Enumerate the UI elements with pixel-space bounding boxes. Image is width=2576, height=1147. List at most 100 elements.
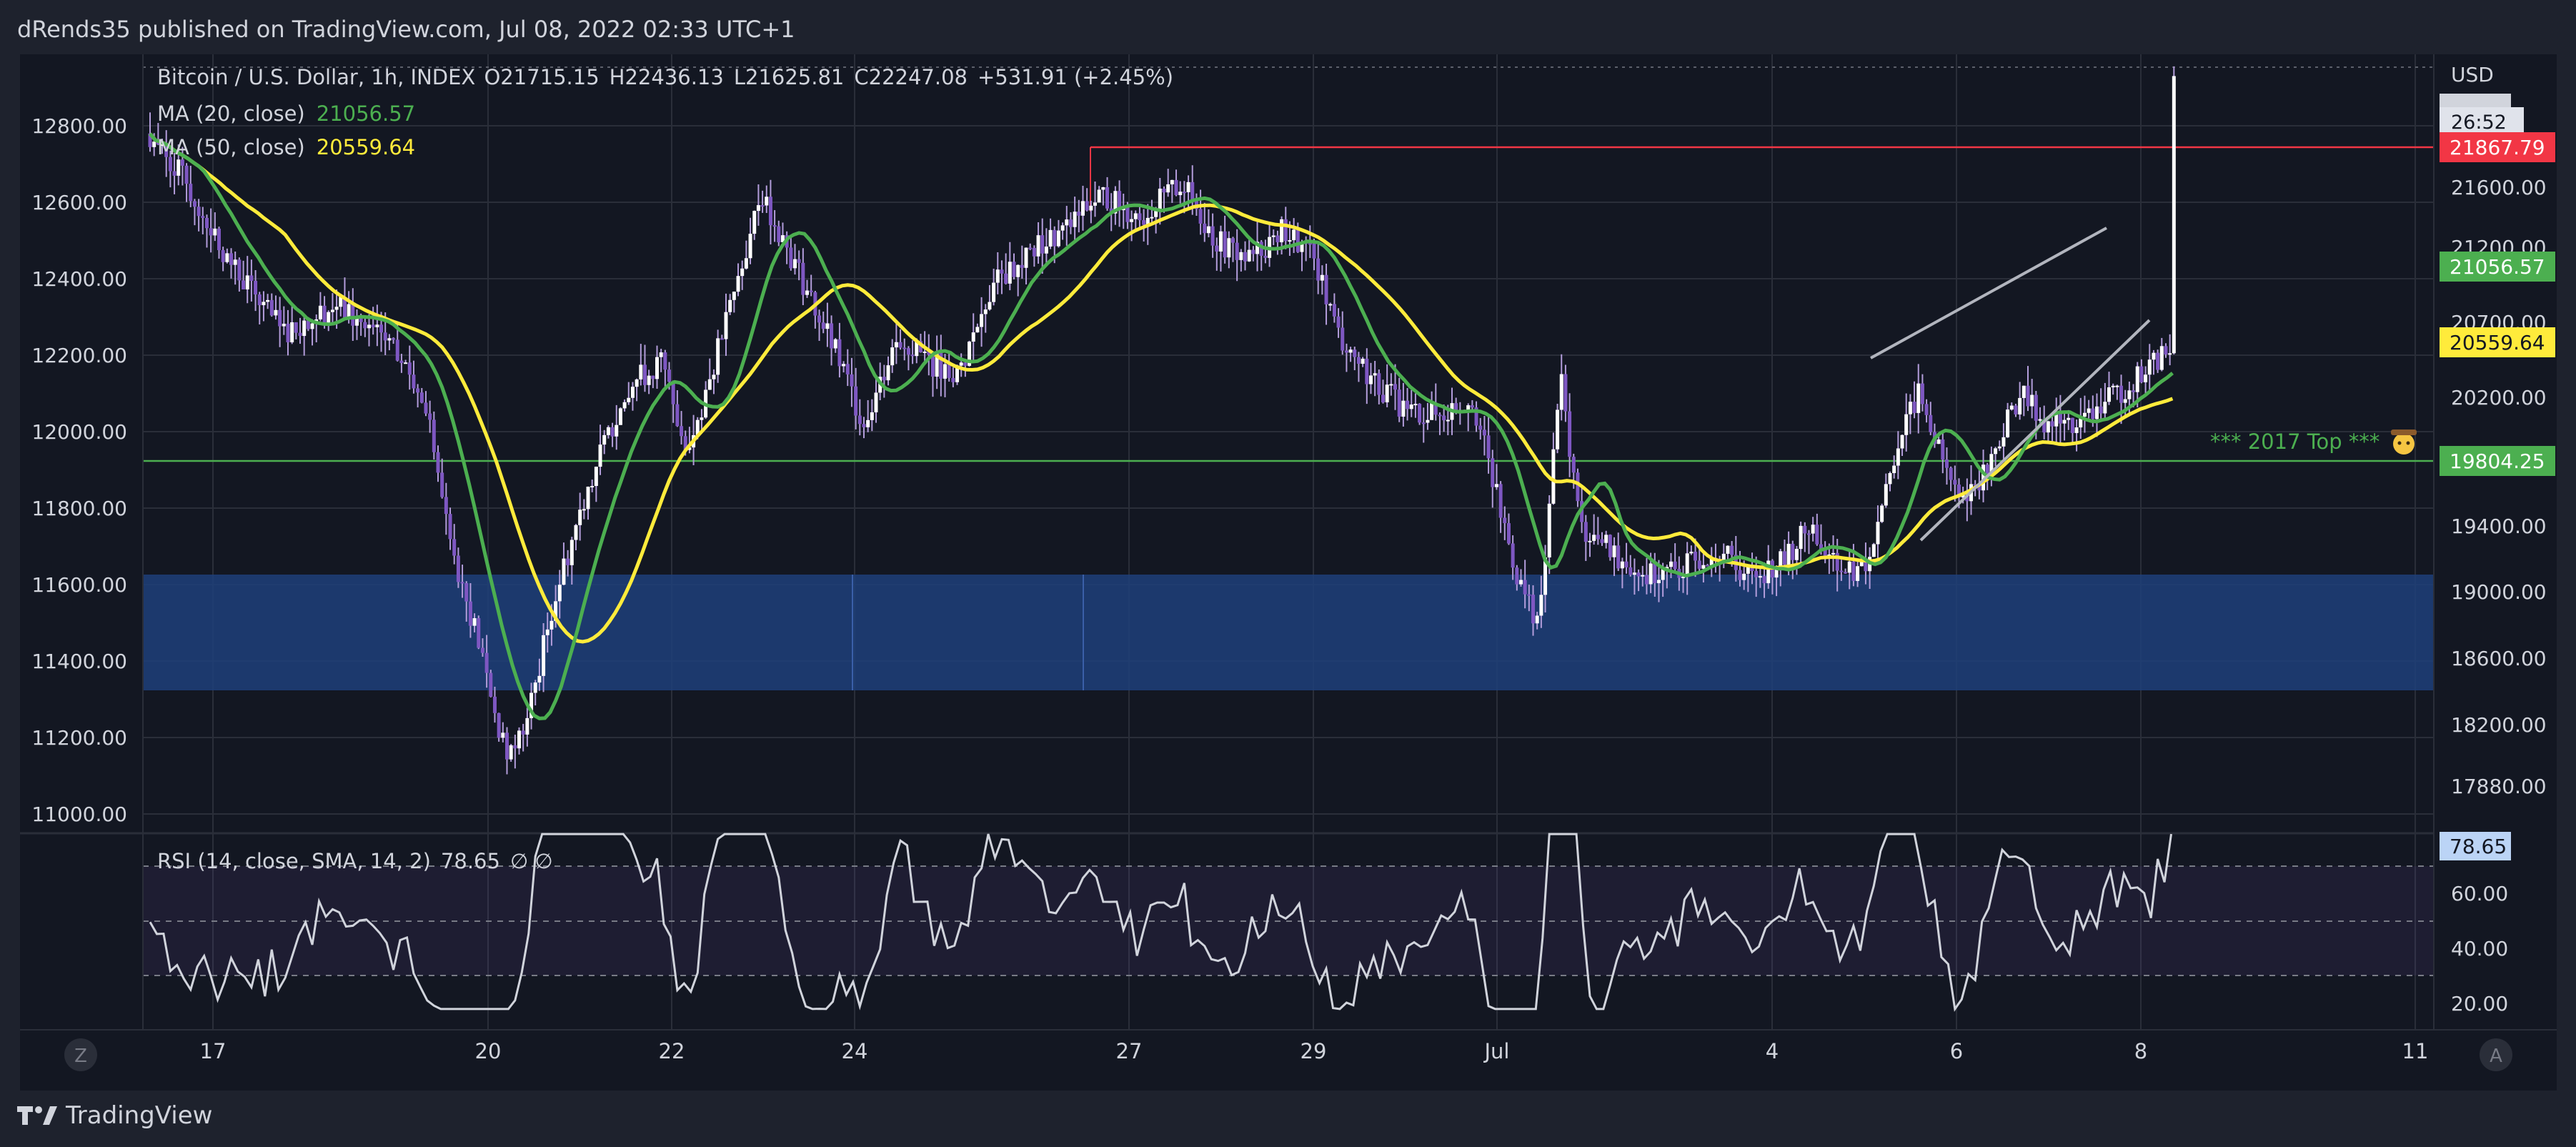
candle-body bbox=[1669, 561, 1673, 567]
candle-body bbox=[452, 539, 457, 556]
candle-body bbox=[1559, 374, 1563, 410]
candle-body bbox=[659, 352, 663, 357]
candle-body bbox=[1158, 188, 1162, 212]
candle-body bbox=[407, 362, 412, 375]
candle-body bbox=[1844, 572, 1848, 574]
candle-body bbox=[1421, 422, 1426, 424]
candle-body bbox=[1997, 446, 2001, 449]
candle-body bbox=[1608, 535, 1612, 557]
scale-button-right[interactable]: A bbox=[2480, 1038, 2512, 1071]
candle-body bbox=[1012, 262, 1016, 277]
candle-body bbox=[1215, 245, 1219, 252]
candle-body bbox=[1353, 349, 1357, 357]
rsi-axis-tick: 40.00 bbox=[2451, 937, 2508, 960]
price-chart[interactable]: *** 2017 Top *** Bitcoin / U.S. Dollar, … bbox=[20, 54, 2557, 1091]
candle-body bbox=[2001, 437, 2006, 447]
candle-body bbox=[923, 351, 927, 353]
candle-body bbox=[1077, 212, 1081, 216]
candle-body bbox=[1162, 188, 1166, 193]
candle-body bbox=[1283, 219, 1288, 242]
candle-body bbox=[1401, 400, 1406, 417]
candle-body bbox=[2050, 421, 2054, 427]
candle-body bbox=[1198, 209, 1203, 224]
candle-body bbox=[809, 290, 813, 292]
candle-body bbox=[736, 276, 740, 292]
candle-body bbox=[1292, 229, 1296, 241]
candle-body bbox=[1730, 545, 1734, 555]
candle-body bbox=[635, 379, 639, 387]
left-axis-tick: 12200.00 bbox=[31, 344, 127, 367]
candle-body bbox=[732, 292, 736, 300]
candle-body bbox=[874, 392, 878, 412]
chart-area[interactable]: *** 2017 Top *** Bitcoin / U.S. Dollar, … bbox=[20, 54, 2557, 1091]
candle-body bbox=[513, 745, 517, 749]
candle-body bbox=[980, 314, 984, 327]
candle-body bbox=[768, 197, 772, 226]
time-axis-tick: 29 bbox=[1301, 1039, 1327, 1063]
candle-body bbox=[1694, 552, 1698, 561]
candle-body bbox=[204, 217, 209, 229]
candle-body bbox=[1085, 201, 1089, 211]
candle-body bbox=[1661, 569, 1665, 580]
candle-body bbox=[1089, 205, 1093, 211]
candle-body bbox=[533, 682, 537, 693]
candle-body bbox=[1920, 383, 1924, 404]
candle-body bbox=[1056, 230, 1060, 247]
candle-body bbox=[578, 510, 582, 525]
candle-body bbox=[894, 342, 898, 348]
candle-body bbox=[1811, 525, 1815, 534]
left-axis-tick: 11800.00 bbox=[31, 497, 127, 520]
candle-body bbox=[262, 302, 266, 306]
candle-body bbox=[1308, 243, 1312, 245]
candle-body bbox=[209, 228, 213, 236]
candle-body bbox=[221, 250, 225, 262]
candle-body bbox=[286, 323, 290, 342]
candle-body bbox=[2159, 346, 2164, 370]
candle-body bbox=[2091, 408, 2095, 419]
candle-body bbox=[1053, 229, 1057, 247]
candle-body bbox=[1130, 219, 1134, 222]
candle-body bbox=[1413, 404, 1418, 406]
candle-body bbox=[971, 332, 975, 342]
scale-button-left[interactable]: Z bbox=[64, 1038, 97, 1071]
candle-body bbox=[642, 364, 647, 385]
candle-body bbox=[1944, 460, 1949, 468]
candle-body bbox=[2094, 406, 2099, 419]
candle-body bbox=[322, 305, 327, 325]
candle-body bbox=[700, 417, 704, 420]
candle-body bbox=[1486, 435, 1491, 459]
candle-body bbox=[910, 354, 915, 357]
candle-body bbox=[1397, 389, 1401, 417]
candle-body bbox=[1685, 553, 1689, 577]
candle-body bbox=[375, 324, 379, 327]
candle-body bbox=[1341, 327, 1345, 351]
candle-body bbox=[959, 362, 963, 366]
candle-body bbox=[975, 327, 980, 333]
candle-body bbox=[180, 159, 184, 166]
candle-body bbox=[1312, 243, 1316, 259]
candle-body bbox=[2014, 405, 2018, 414]
candle-body bbox=[480, 647, 484, 653]
candle-body bbox=[1758, 576, 1762, 578]
candle-body bbox=[744, 258, 748, 269]
candle-body bbox=[428, 413, 432, 420]
candle-body bbox=[1653, 563, 1657, 584]
right-axis-tick: 20200.00 bbox=[2451, 386, 2547, 409]
candle-body bbox=[489, 672, 493, 697]
candle-body bbox=[1328, 304, 1333, 306]
candle-body bbox=[192, 201, 197, 207]
candle-body bbox=[2009, 405, 2014, 410]
candle-body bbox=[1491, 458, 1495, 487]
price-tag-value: 19804.25 bbox=[2450, 450, 2545, 473]
candle-body bbox=[886, 365, 890, 381]
candle-body bbox=[1628, 567, 1633, 575]
candle-body bbox=[740, 268, 745, 277]
time-axis-tick: 24 bbox=[842, 1039, 868, 1063]
candle-body bbox=[298, 332, 302, 337]
candle-body bbox=[671, 382, 675, 404]
rsi-axis: 60.00 40.00 20.00 bbox=[2451, 882, 2508, 1016]
time-axis-tick: 17 bbox=[200, 1039, 227, 1063]
candle-body bbox=[2103, 402, 2107, 414]
candle-body bbox=[2034, 394, 2038, 421]
candle-body bbox=[720, 338, 724, 340]
